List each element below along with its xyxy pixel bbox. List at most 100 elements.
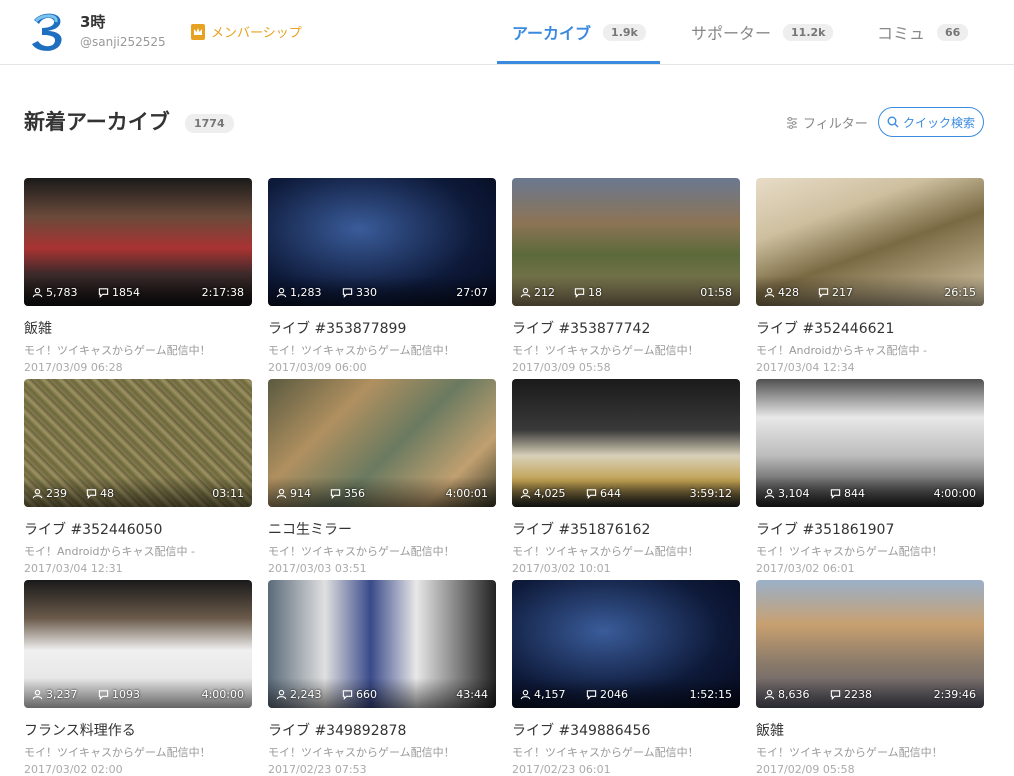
viewers-icon xyxy=(276,488,287,499)
viewer-count-value: 428 xyxy=(778,286,799,299)
duration: 2:17:38 xyxy=(201,286,244,299)
quick-search-label: クイック検索 xyxy=(902,115,975,130)
comment-count: 844 xyxy=(830,487,865,500)
comment-count-value: 217 xyxy=(832,286,853,299)
logo-3-icon xyxy=(32,13,62,51)
duration: 4:00:00 xyxy=(201,688,244,701)
filter-button[interactable]: フィルター xyxy=(786,113,868,132)
archive-card[interactable]: 239 48 03:11 ライブ #352446050 モイ！Androidからキャス配… xyxy=(24,379,252,575)
card-subtitle: モイ！ツイキャスからゲーム配信中！ xyxy=(512,746,699,759)
archive-card[interactable]: 5,783 1854 2:17:38 飯雑 モイ！ツイキャスからゲーム配信中！ 2017/… xyxy=(24,178,252,374)
card-title[interactable]: ライブ #351861907 xyxy=(756,519,984,539)
viewer-count: 8,636 xyxy=(764,688,810,701)
comment-icon xyxy=(830,489,841,499)
comment-count: 660 xyxy=(342,688,377,701)
section-count-badge: 1774 xyxy=(185,114,234,133)
viewers-icon xyxy=(764,488,775,499)
comment-count-value: 660 xyxy=(356,688,377,701)
card-title[interactable]: 飯雑 xyxy=(24,318,252,338)
video-thumbnail[interactable]: 3,104 844 4:00:00 xyxy=(756,379,984,507)
archive-card[interactable]: 914 356 4:00:01 ニコ生ミラー モイ！ツイキャスからゲーム配信中！ 2017… xyxy=(268,379,496,575)
user-name[interactable]: 3時 xyxy=(80,11,105,32)
video-thumbnail[interactable]: 914 356 4:00:01 xyxy=(268,379,496,507)
tab-community[interactable]: コミュ 66 xyxy=(877,0,969,64)
profile-header: 3時 @sanji252525 メンバーシップ アーカイブ 1.9k サポーター… xyxy=(0,0,1014,65)
membership-link[interactable]: メンバーシップ xyxy=(190,22,302,41)
card-title[interactable]: ライブ #352446621 xyxy=(756,318,984,338)
duration: 01:58 xyxy=(700,286,732,299)
video-thumbnail[interactable]: 5,783 1854 2:17:38 xyxy=(24,178,252,306)
viewer-count: 1,283 xyxy=(276,286,322,299)
viewer-count: 212 xyxy=(520,286,555,299)
archive-card[interactable]: 4,025 644 3:59:12 ライブ #351876162 モイ！ツイキャスからゲ… xyxy=(512,379,740,575)
avatar[interactable] xyxy=(24,8,72,56)
viewer-count-value: 4,157 xyxy=(534,688,566,701)
comment-count: 644 xyxy=(586,487,621,500)
video-thumbnail[interactable]: 4,157 2046 1:52:15 xyxy=(512,580,740,708)
card-title[interactable]: ライブ #352446050 xyxy=(24,519,252,539)
duration: 3:59:12 xyxy=(689,487,732,500)
viewer-count: 3,237 xyxy=(32,688,78,701)
video-thumbnail[interactable]: 239 48 03:11 xyxy=(24,379,252,507)
video-thumbnail[interactable]: 4,025 644 3:59:12 xyxy=(512,379,740,507)
filter-icon xyxy=(787,116,797,129)
duration: 1:52:15 xyxy=(689,688,732,701)
video-thumbnail[interactable]: 1,283 330 27:07 xyxy=(268,178,496,306)
card-subtitle: モイ！ツイキャスからゲーム配信中！ xyxy=(268,746,455,759)
video-thumbnail[interactable]: 212 18 01:58 xyxy=(512,178,740,306)
video-thumbnail[interactable]: 8,636 2238 2:39:46 xyxy=(756,580,984,708)
viewers-icon xyxy=(32,488,43,499)
comment-count-value: 844 xyxy=(844,487,865,500)
archive-card[interactable]: 2,243 660 43:44 ライブ #349892878 モイ！ツイキャスからゲーム… xyxy=(268,580,496,776)
archive-card[interactable]: 1,283 330 27:07 ライブ #353877899 モイ！ツイキャスからゲーム… xyxy=(268,178,496,374)
archive-card[interactable]: 4,157 2046 1:52:15 ライブ #349886456 モイ！ツイキャスから… xyxy=(512,580,740,776)
comment-count: 1854 xyxy=(98,286,140,299)
card-date: 2017/03/09 05:58 xyxy=(512,361,611,374)
tab-supporters[interactable]: サポーター 11.2k xyxy=(691,0,834,64)
section-title: 新着アーカイブ xyxy=(24,110,170,134)
tab-label: コミュ xyxy=(877,24,926,43)
card-title[interactable]: ライブ #353877742 xyxy=(512,318,740,338)
card-date: 2017/02/09 05:58 xyxy=(756,763,855,776)
card-title[interactable]: フランス料理作る xyxy=(24,720,252,740)
viewers-icon xyxy=(520,488,531,499)
card-title[interactable]: ライブ #351876162 xyxy=(512,519,740,539)
quick-search-button[interactable]: クイック検索 xyxy=(878,107,984,137)
card-title[interactable]: ニコ生ミラー xyxy=(268,519,496,539)
card-title[interactable]: ライブ #353877899 xyxy=(268,318,496,338)
comment-count: 48 xyxy=(86,487,114,500)
viewer-count-value: 4,025 xyxy=(534,487,566,500)
user-id: @sanji252525 xyxy=(80,35,166,49)
tab-count: 11.2k xyxy=(783,23,834,41)
video-thumbnail[interactable]: 3,237 1093 4:00:00 xyxy=(24,580,252,708)
viewers-icon xyxy=(276,689,287,700)
card-title[interactable]: ライブ #349886456 xyxy=(512,720,740,740)
comment-count: 217 xyxy=(818,286,853,299)
search-icon xyxy=(887,116,899,128)
video-thumbnail[interactable]: 428 217 26:15 xyxy=(756,178,984,306)
card-title[interactable]: 飯雑 xyxy=(756,720,984,740)
viewer-count-value: 914 xyxy=(290,487,311,500)
viewer-count-value: 1,283 xyxy=(290,286,322,299)
viewer-count: 5,783 xyxy=(32,286,78,299)
archive-card[interactable]: 8,636 2238 2:39:46 飯雑 モイ！ツイキャスからゲーム配信中！ 2017/… xyxy=(756,580,984,776)
tab-archive[interactable]: アーカイブ 1.9k xyxy=(512,0,646,64)
viewer-count: 239 xyxy=(32,487,67,500)
card-title[interactable]: ライブ #349892878 xyxy=(268,720,496,740)
archive-card[interactable]: 428 217 26:15 ライブ #352446621 モイ！Androidからキャス… xyxy=(756,178,984,374)
archive-card[interactable]: 3,104 844 4:00:00 ライブ #351861907 モイ！ツイキャスからゲ… xyxy=(756,379,984,575)
viewer-count-value: 3,104 xyxy=(778,487,810,500)
archive-card[interactable]: 212 18 01:58 ライブ #353877742 モイ！ツイキャスからゲーム配信中… xyxy=(512,178,740,374)
duration: 03:11 xyxy=(212,487,244,500)
card-date: 2017/03/03 03:51 xyxy=(268,562,367,575)
tab-count: 1.9k xyxy=(603,23,646,41)
viewers-icon xyxy=(520,689,531,700)
archive-card[interactable]: 3,237 1093 4:00:00 フランス料理作る モイ！ツイキャスからゲーム配信中… xyxy=(24,580,252,776)
video-thumbnail[interactable]: 2,243 660 43:44 xyxy=(268,580,496,708)
comment-icon xyxy=(98,690,109,700)
card-date: 2017/03/09 06:28 xyxy=(24,361,123,374)
card-date: 2017/03/04 12:31 xyxy=(24,562,123,575)
comment-count: 2046 xyxy=(586,688,628,701)
viewers-icon xyxy=(276,287,287,298)
viewer-count: 4,025 xyxy=(520,487,566,500)
